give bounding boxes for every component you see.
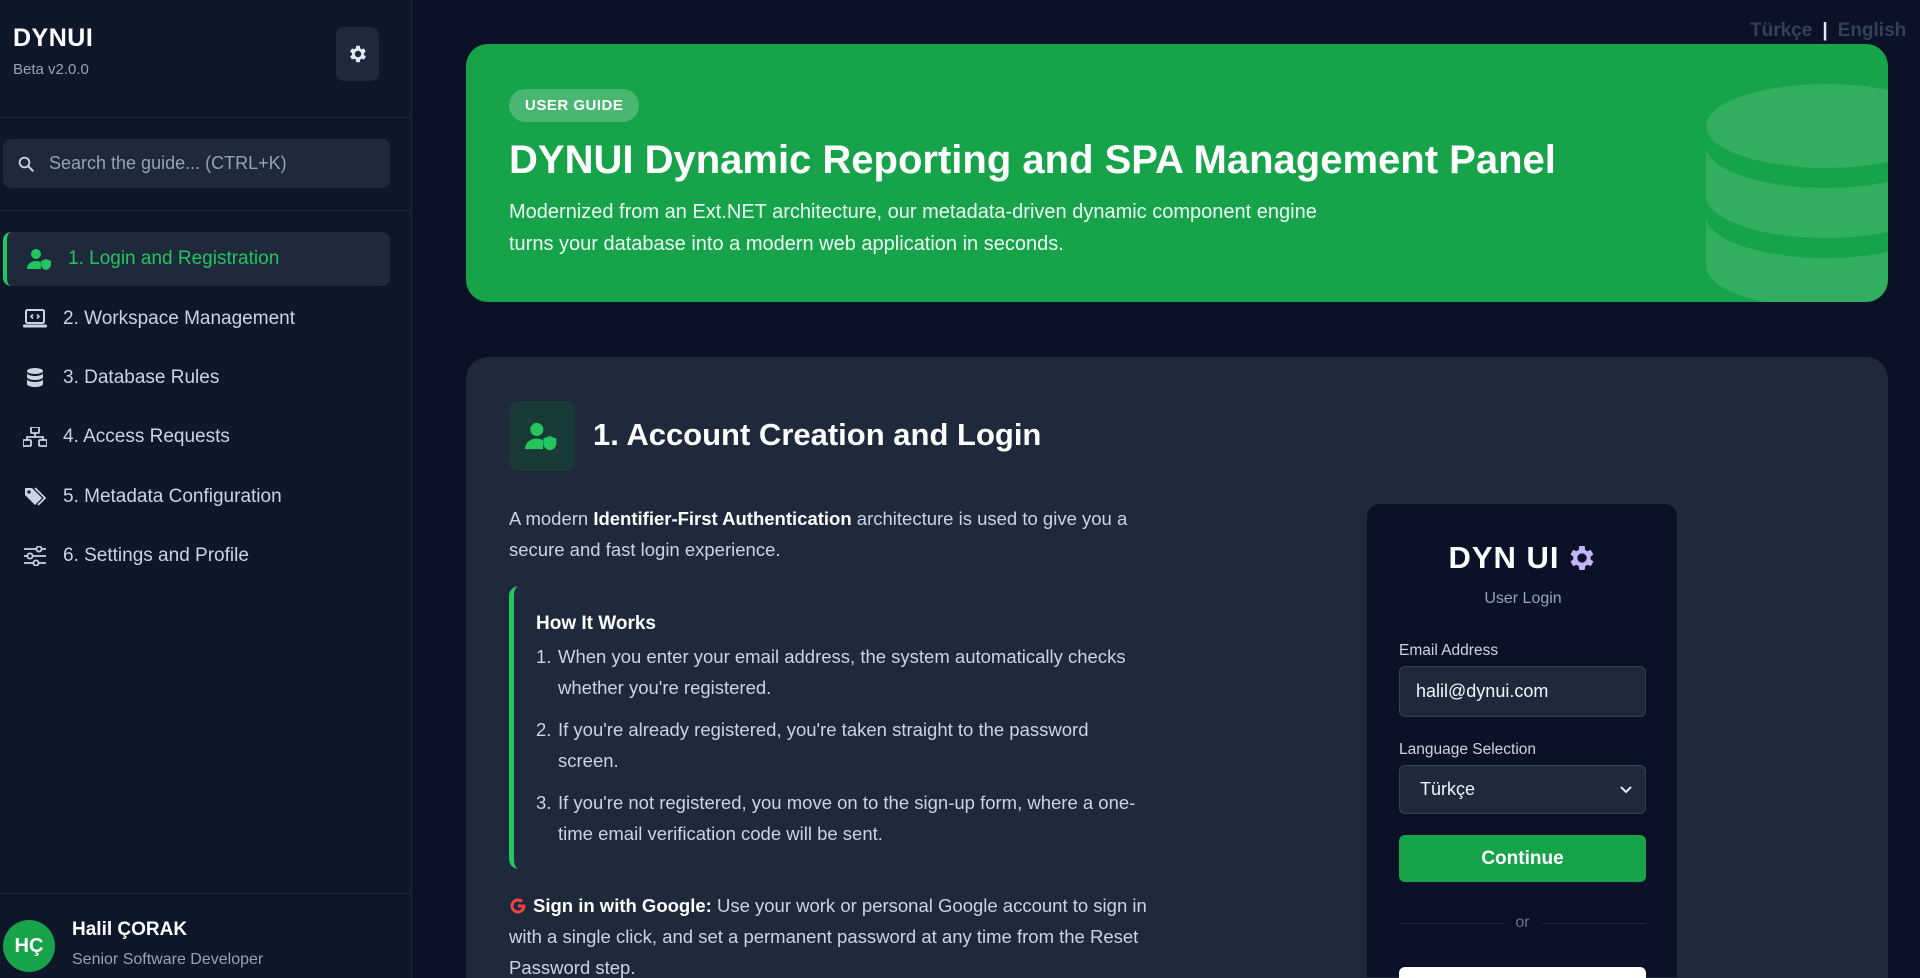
intro-bold: Identifier-First Authentication [593,508,852,529]
step-number: 3. [536,792,552,813]
email-label: Email Address [1399,642,1499,659]
list-item: 3. If you're not registered, you move on … [536,787,1136,849]
sidebar-item-settings-profile[interactable]: 6. Settings and Profile [3,529,390,583]
list-item: 1. When you enter your email address, the… [536,641,1136,703]
login-subtitle: User Login [1484,590,1562,607]
hero-description: Modernized from an Ext.NET architecture,… [509,196,1429,260]
sidebar-divider [0,117,412,118]
sidebar-item-label: 5. Metadata Configuration [63,486,282,507]
or-text: or [1515,914,1530,931]
sidebar-item-database-rules[interactable]: 3. Database Rules [3,351,390,405]
list-item: 2. If you're already registered, you're t… [536,714,1136,776]
avatar: HÇ [3,920,55,972]
lang-turkish-link[interactable]: Türkçe [1750,20,1812,41]
sidebar-item-label: 6. Settings and Profile [63,545,249,566]
steps-list: 1. When you enter your email address, the… [536,641,1136,860]
intro-text: A modern [509,508,594,529]
login-title: DYN UI [1367,540,1679,576]
login-preview: DYN UI User Login Email Address Language… [1366,503,1678,978]
search-box[interactable] [3,139,390,188]
sidebar-divider [0,210,412,211]
sidebar-item-label: 3. Database Rules [63,367,220,388]
intro-paragraph: A modern Identifier-First Authentication… [509,503,1159,565]
sidebar-item-workspace-management[interactable]: 2. Workspace Management [3,292,390,346]
step-text: If you're not registered, you move on to… [558,792,1136,844]
sidebar-item-label: 4. Access Requests [63,426,230,447]
sliders-icon [22,543,48,569]
gear-icon [1570,546,1593,570]
sidebar-item-login-registration[interactable]: 1. Login and Registration [3,232,390,286]
sidebar-item-label: 1. Login and Registration [68,248,280,269]
section-title: 1. Account Creation and Login [593,417,1042,452]
user-role: Senior Software Developer [72,951,264,968]
continue-button[interactable]: Continue [1399,835,1646,882]
or-divider: or [1399,914,1647,932]
step-number: 2. [536,719,552,740]
brand: DYNUI Beta v2.0.0 [13,24,93,78]
lang-english-link[interactable]: English [1838,20,1907,41]
sidebar-item-metadata-configuration[interactable]: 5. Metadata Configuration [3,470,390,524]
hero-badge: USER GUIDE [509,89,640,122]
section-card: 1. Account Creation and Login A modern I… [466,357,1888,978]
sitemap-icon [22,424,48,450]
language-select-value: Türkçe [1420,779,1476,799]
step-number: 1. [536,646,552,667]
step-text: If you're already registered, you're tak… [558,719,1089,771]
lang-separator: | [1822,20,1828,41]
user-shield-icon [525,422,557,451]
brand-version: Beta v2.0.0 [13,61,89,78]
sidebar-item-access-requests[interactable]: 4. Access Requests [3,410,390,464]
gear-icon [349,45,366,63]
laptop-code-icon [22,306,48,332]
google-bold: Sign in with Google: [533,895,712,916]
brand-title: DYNUI [13,24,94,52]
database-icon [1706,84,1888,302]
google-signin-paragraph: Sign in with Google: Use your work or pe… [509,890,1159,978]
hero-banner: USER GUIDE DYNUI Dynamic Reporting and S… [466,44,1888,302]
callout-title: How It Works [536,613,656,634]
language-select[interactable]: Türkçe [1399,765,1646,814]
tags-icon [22,484,48,510]
email-field[interactable] [1399,666,1646,717]
login-title-text: DYN UI [1448,540,1560,575]
hero-desc-line: turns your database into a modern web ap… [509,233,1064,255]
language-label: Language Selection [1399,741,1537,758]
theme-toggle-button[interactable] [336,27,379,81]
section-icon [509,401,575,471]
user-shield-icon [27,246,53,272]
hero-desc-line: Modernized from an Ext.NET architecture,… [509,201,1317,223]
language-switch: Türkçe | English [1750,20,1906,42]
hero-title: DYNUI Dynamic Reporting and SPA Manageme… [509,138,1556,182]
google-icon [510,898,526,914]
sidebar-item-label: 2. Workspace Management [63,308,295,329]
search-icon [18,156,34,172]
user-name: Halil ÇORAK [72,919,188,940]
user-profile[interactable]: HÇ Halil ÇORAK Senior Software Developer [0,893,412,978]
search-input[interactable] [49,153,369,174]
how-it-works-callout: How It Works 1. When you enter your email… [509,586,1149,869]
google-signin-button[interactable] [1399,967,1646,978]
sidebar: DYNUI Beta v2.0.0 1. Login and Registrat… [0,0,412,978]
step-text: When you enter your email address, the s… [558,646,1126,698]
chevron-down-icon [1620,786,1632,794]
database-icon [22,365,48,391]
